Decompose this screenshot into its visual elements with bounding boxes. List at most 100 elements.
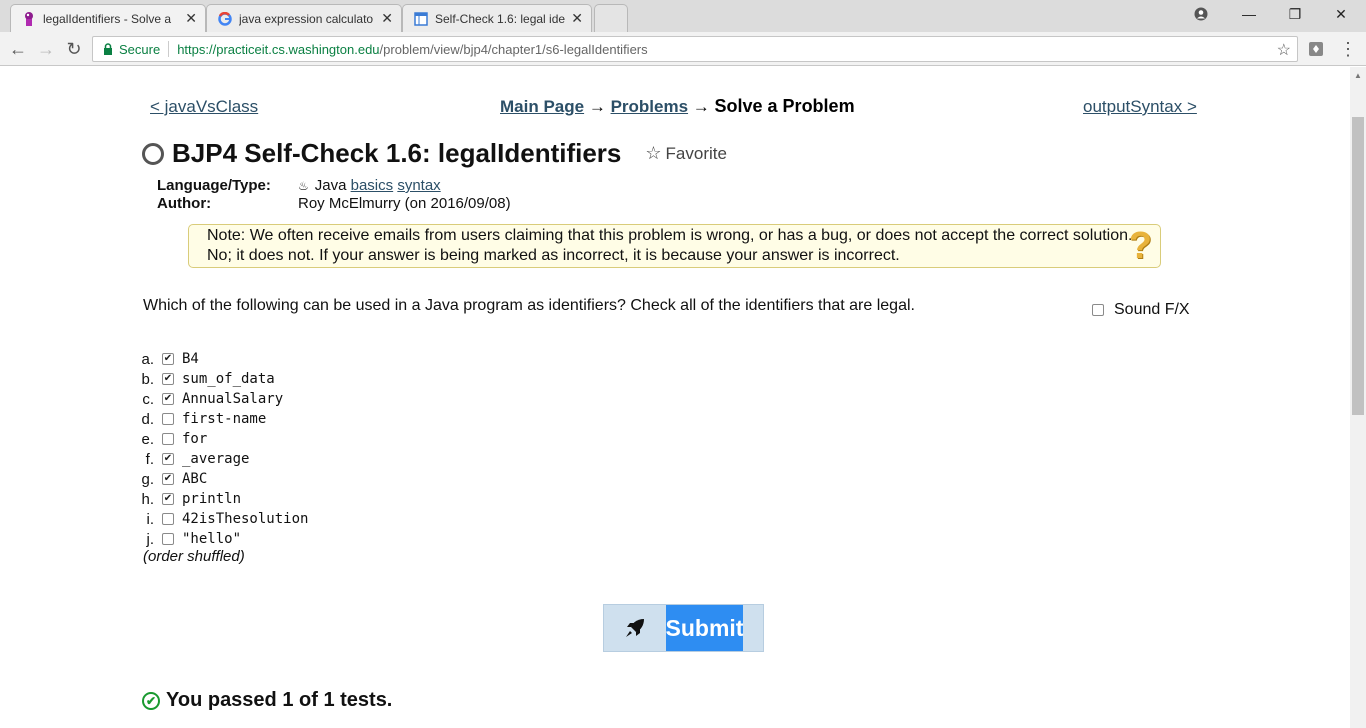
tag-syntax-link[interactable]: syntax (397, 177, 440, 194)
forward-arrow-icon[interactable]: → (34, 37, 58, 61)
test-result: ✔ You passed 1 of 1 tests. (142, 689, 392, 712)
choice-label: first-name (182, 411, 267, 427)
list-item: a. ✔ B4 (136, 349, 308, 369)
favorite-button[interactable]: ☆ Favorite (645, 143, 727, 164)
choice-checkbox[interactable] (162, 413, 174, 425)
choice-checkbox[interactable] (162, 513, 174, 525)
url-host: https://practiceit.cs.washington.edu (177, 41, 380, 57)
bookmark-star-icon[interactable]: ☆ (1277, 40, 1291, 60)
author-value: Roy McElmurry (on 2016/09/08) (298, 195, 511, 212)
choice-letter: f. (145, 450, 154, 468)
url-path: /problem/view/bjp4/chapter1/s6-legalIden… (379, 41, 648, 57)
close-icon[interactable]: ✕ (185, 10, 197, 27)
lock-icon (101, 42, 115, 56)
check-circle-icon: ✔ (142, 691, 160, 710)
profile-icon[interactable] (1178, 0, 1224, 28)
choice-label: _average (182, 451, 250, 467)
language-name: Java (314, 177, 347, 194)
browser-tab-2[interactable]: java expression calculato ✕ (206, 4, 402, 32)
browser-tab-1[interactable]: legalIdentifiers - Solve a ✕ (10, 4, 206, 32)
star-icon: ☆ (645, 143, 662, 163)
page-title: BJP4 Self-Check 1.6: legalIdentifiers (172, 138, 622, 168)
problems-link[interactable]: Problems (611, 97, 688, 116)
extension-icon[interactable] (1304, 37, 1328, 61)
prev-problem-link[interactable]: < javaVsClass (150, 97, 258, 117)
minimize-icon[interactable]: — (1226, 0, 1272, 28)
next-problem-link[interactable]: outputSyntax > (1083, 97, 1197, 117)
choice-letter: c. (142, 390, 154, 408)
choice-checkbox[interactable] (162, 533, 174, 545)
choice-letter: h. (141, 490, 154, 508)
doc-icon (413, 11, 429, 27)
choice-checkbox[interactable]: ✔ (162, 473, 174, 485)
submit-button[interactable]: Submit (603, 604, 764, 652)
choice-label: sum_of_data (182, 371, 275, 387)
main-page-link[interactable]: Main Page (500, 97, 584, 116)
status-circle-icon (142, 142, 164, 165)
choice-checkbox[interactable]: ✔ (162, 353, 174, 365)
problem-header: BJP4 Self-Check 1.6: legalIdentifiers ☆ … (142, 138, 727, 169)
tab-title: legalIdentifiers - Solve a (43, 11, 172, 26)
question-mark-icon: ? (1128, 225, 1152, 267)
scrollbar-thumb[interactable] (1352, 117, 1364, 415)
scroll-up-icon[interactable]: ▲ (1354, 71, 1362, 80)
menu-icon[interactable]: ⋮ (1336, 37, 1360, 61)
reload-icon[interactable]: ↻ (62, 37, 86, 61)
author-label: Author: (157, 195, 212, 212)
choice-letter: b. (141, 370, 154, 388)
tab-title: java expression calculato (239, 11, 374, 26)
browser-toolbar: ← → ↻ Secure https://practiceit.cs.washi… (0, 32, 1366, 66)
note-box: Note: We often receive emails from users… (188, 224, 1161, 268)
choice-label: 42isThesolution (182, 511, 309, 527)
choice-checkbox[interactable]: ✔ (162, 453, 174, 465)
choice-list: a. ✔ B4 b. ✔ sum_of_data c. ✔ AnnualSalary d. f… (136, 349, 308, 549)
breadcrumb-current: Solve a Problem (714, 96, 855, 116)
question-text: Which of the following can be used in a … (143, 297, 915, 314)
close-icon[interactable]: ✕ (571, 10, 583, 27)
list-item: j. "hello" (136, 529, 308, 549)
new-tab-button[interactable] (594, 4, 628, 32)
test-result-text: You passed 1 of 1 tests. (166, 689, 393, 711)
google-icon (217, 11, 233, 27)
choice-letter: a. (141, 350, 154, 368)
address-bar[interactable]: Secure https://practiceit.cs.washington.… (92, 36, 1298, 62)
list-item: b. ✔ sum_of_data (136, 369, 308, 389)
choice-checkbox[interactable] (162, 433, 174, 445)
list-item: i. 42isThesolution (136, 509, 309, 529)
rocket-icon (604, 605, 666, 651)
back-arrow-icon[interactable]: ← (6, 37, 30, 61)
choice-label: AnnualSalary (182, 391, 284, 407)
breadcrumb-arrow: → (692, 97, 710, 116)
close-window-icon[interactable]: ✕ (1318, 0, 1364, 28)
browser-tab-3[interactable]: Self-Check 1.6: legal iden ✕ (402, 4, 592, 32)
order-shuffled-note: (order shuffled) (143, 548, 245, 565)
choice-letter: d. (141, 410, 154, 428)
choice-label: for (182, 431, 208, 447)
submit-label: Submit (666, 605, 743, 651)
restore-icon[interactable]: ❐ (1272, 0, 1318, 28)
choice-checkbox[interactable]: ✔ (162, 493, 174, 505)
tag-basics-link[interactable]: basics (351, 177, 394, 194)
list-item: e. for (136, 429, 308, 449)
choice-letter: g. (141, 470, 154, 488)
sound-fx-label: Sound F/X (1114, 301, 1190, 318)
page-scrollbar[interactable]: ▲ (1350, 67, 1366, 728)
problem-meta: Language/Type: ♨ Java basics syntax Autho… (157, 177, 511, 213)
breadcrumb: Main Page → Problems → Solve a Problem (500, 96, 855, 117)
choice-checkbox[interactable]: ✔ (162, 373, 174, 385)
page-content: < javaVsClass Main Page → Problems → Sol… (0, 67, 1350, 728)
sound-fx-checkbox[interactable] (1092, 304, 1104, 316)
choice-label: ABC (182, 471, 208, 487)
divider (168, 41, 170, 57)
language-label: Language/Type: (157, 177, 271, 194)
choice-checkbox[interactable]: ✔ (162, 393, 174, 405)
java-icon: ♨ (298, 179, 309, 193)
choice-label: println (182, 491, 242, 507)
list-item: d. first-name (136, 409, 308, 429)
list-item: h. ✔ println (136, 489, 308, 509)
breadcrumb-arrow: → (588, 97, 606, 116)
list-item: c. ✔ AnnualSalary (136, 389, 308, 409)
list-item: g. ✔ ABC (136, 469, 308, 489)
close-icon[interactable]: ✕ (381, 10, 393, 27)
sound-fx-toggle[interactable]: Sound F/X (1092, 301, 1190, 319)
